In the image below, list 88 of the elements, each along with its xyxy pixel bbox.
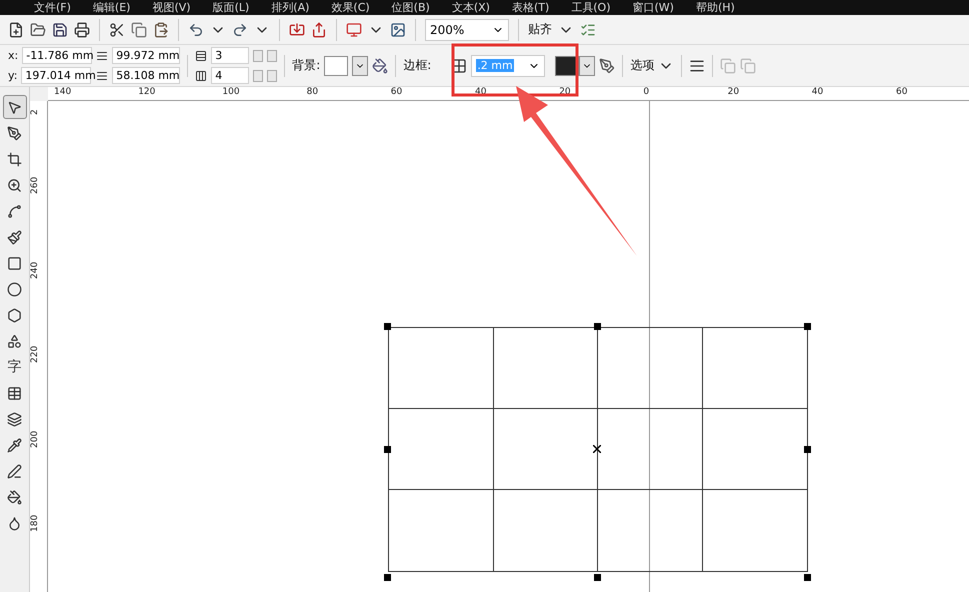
height-field[interactable]: 58.108 mm (112, 67, 180, 84)
pen-icon[interactable] (599, 58, 616, 74)
background-label: 背景: (292, 57, 320, 74)
shape-icon (7, 126, 22, 140)
ruler-label: 20 (728, 88, 740, 97)
ruler-label: 0 (643, 88, 650, 97)
menu-item[interactable]: 视图(V) (152, 0, 191, 15)
ruler-label: 180 (31, 514, 40, 532)
selection-handle[interactable] (594, 323, 601, 330)
ruler-label: 60 (390, 88, 402, 97)
text-tool[interactable]: 字 (2, 355, 26, 379)
border-label: 边框: (403, 57, 432, 74)
table-grid[interactable] (388, 327, 808, 572)
ruler-label: 40 (812, 88, 824, 97)
menu-item[interactable]: 帮助(H) (696, 0, 735, 15)
eyedropper-icon (7, 438, 22, 452)
polygon-icon (7, 308, 22, 322)
ruler-label: 60 (896, 88, 908, 97)
selection-handle[interactable] (804, 574, 811, 581)
image-icon[interactable] (390, 22, 406, 38)
redo-icon[interactable] (232, 22, 248, 38)
import-icon[interactable] (289, 22, 305, 38)
basic-shapes-icon (7, 334, 22, 348)
columns-icon (195, 70, 208, 82)
rows-field[interactable]: 3 (211, 47, 250, 64)
rows-icon (195, 50, 208, 62)
menu-item[interactable]: 工具(O) (571, 0, 610, 15)
options-menu[interactable]: 选项 (630, 57, 654, 74)
ruler-label: 80 (306, 88, 318, 97)
columns-field[interactable]: 4 (211, 67, 250, 84)
rectangle-icon (7, 256, 22, 270)
y-label: y: (8, 69, 18, 82)
zoom-dropdown[interactable]: 200% (425, 18, 509, 40)
interactive-fill-icon (7, 516, 22, 530)
selection-handle[interactable] (804, 323, 811, 330)
checklist-icon[interactable] (580, 22, 596, 38)
pick-tool[interactable] (2, 95, 26, 119)
menu-item[interactable]: 文件(F) (34, 0, 71, 15)
snap-menu[interactable]: 贴齐 (528, 21, 552, 38)
x-label: x: (8, 49, 18, 62)
print-icon[interactable] (74, 22, 90, 38)
menu-item[interactable]: 效果(C) (331, 0, 370, 15)
blend-icon (7, 412, 22, 426)
ellipse-icon (7, 282, 22, 296)
ruler-label: 200 (31, 430, 40, 448)
copy-icon[interactable] (131, 22, 147, 38)
fill-icon (7, 490, 22, 504)
ruler-label: 120 (138, 88, 156, 97)
zoom-icon (7, 178, 22, 192)
crop-icon (7, 152, 22, 166)
text-align-icon[interactable] (689, 58, 706, 74)
selection-handle[interactable] (804, 446, 811, 453)
ruler-label: 240 (31, 261, 40, 278)
folder-icon[interactable] (30, 22, 46, 38)
cut-icon[interactable] (109, 22, 125, 38)
table-icon (7, 386, 22, 400)
ruler-label: 100 (222, 88, 240, 97)
menu-item[interactable]: 文本(X) (452, 0, 490, 15)
menu-item[interactable]: 版面(L) (212, 0, 250, 15)
fill-icon[interactable] (372, 58, 388, 74)
outline-icon (7, 464, 22, 478)
paste-icon[interactable] (153, 22, 169, 38)
pick-icon (7, 100, 22, 114)
export-icon[interactable] (311, 22, 327, 38)
menu-item[interactable]: 窗口(W) (632, 0, 674, 15)
ruler-label: 260 (31, 176, 40, 194)
curve-icon (7, 204, 22, 218)
width-field[interactable]: 99.972 mm (112, 47, 180, 64)
ruler-label: 140 (54, 88, 72, 97)
center-mark-icon (593, 445, 601, 453)
selection-handle[interactable] (384, 446, 391, 453)
x-field[interactable]: -11.786 mm (22, 47, 92, 64)
new-file-icon[interactable] (8, 22, 24, 38)
ruler-label: 220 (31, 346, 40, 363)
smart-icon (7, 230, 22, 244)
selection-handle[interactable] (384, 323, 391, 330)
menu-item[interactable]: 排列(A) (271, 0, 310, 15)
dropdown-button[interactable] (352, 56, 368, 76)
menu-item[interactable]: 表格(T) (512, 0, 550, 15)
menu-item[interactable]: 编辑(E) (92, 0, 130, 15)
undo-icon[interactable] (188, 22, 204, 38)
selection-handle[interactable] (594, 574, 601, 581)
selection-handle[interactable] (384, 574, 391, 581)
monitor-icon[interactable] (346, 22, 362, 38)
ruler-label: 2 (31, 109, 40, 115)
background-color-swatch[interactable] (324, 56, 348, 76)
save-icon[interactable] (52, 22, 68, 38)
menu-item[interactable]: 位图(B) (392, 0, 430, 15)
